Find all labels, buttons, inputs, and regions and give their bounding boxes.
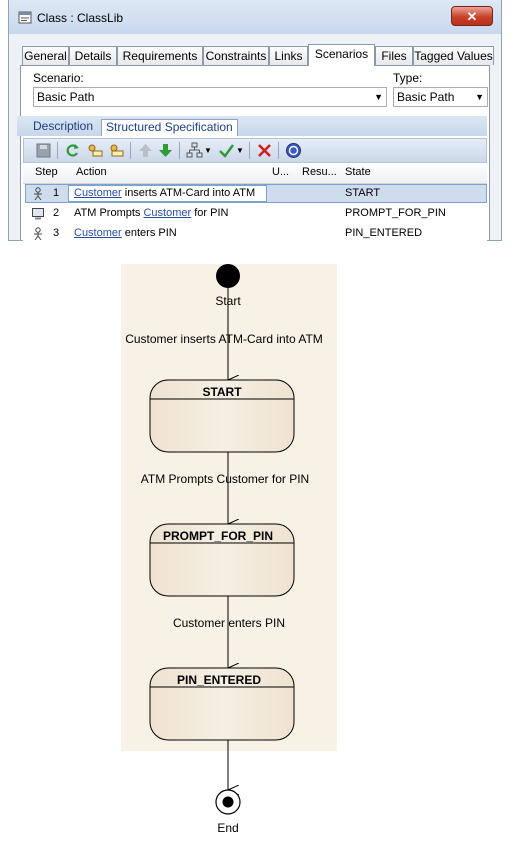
customer-link[interactable]: Customer	[143, 207, 191, 219]
chevron-down-icon: ▼	[374, 92, 383, 102]
scenario-label: Scenario:	[33, 71, 84, 85]
tab-constraints[interactable]: Constraints	[203, 46, 269, 65]
column-results[interactable]: Resu...	[302, 166, 337, 178]
tab-links[interactable]: Links	[269, 46, 308, 65]
chevron-down-icon: ▼	[475, 92, 484, 102]
action-text[interactable]: Customer inserts ATM-Card into ATM	[74, 187, 255, 199]
toolbar-separator	[249, 142, 250, 159]
tab-general[interactable]: General	[22, 46, 69, 65]
state-machine-diagram: Start Customer inserts ATM-Card into ATM…	[121, 264, 337, 835]
delete-icon[interactable]	[256, 142, 273, 159]
generate-diagram-icon[interactable]	[186, 142, 203, 159]
state-pin-entered[interactable]: PIN_ENTERED	[149, 667, 295, 741]
toolbar-separator	[278, 142, 279, 159]
column-action[interactable]: Action	[76, 166, 107, 178]
scenario-subtabs: Description Structured Specification	[17, 116, 487, 136]
state-cell: PROMPT_FOR_PIN	[345, 207, 446, 219]
scenario-value: Basic Path	[37, 90, 95, 104]
action-text[interactable]: Customer enters PIN	[74, 227, 177, 239]
chevron-down-icon[interactable]: ▼	[204, 142, 212, 159]
tab-structured-specification[interactable]: Structured Specification	[101, 119, 238, 136]
actor-icon	[34, 187, 42, 201]
toolbar-separator	[57, 142, 58, 159]
class-window-icon	[18, 11, 32, 24]
transition-label: Customer inserts ATM-Card into ATM	[125, 332, 323, 346]
structured-spec-toolbar: ▼ ▼	[23, 138, 487, 163]
tab-scenarios[interactable]: Scenarios	[308, 44, 375, 66]
state-cell: PIN_ENTERED	[345, 227, 423, 239]
tab-description[interactable]: Description	[29, 119, 97, 135]
computer-icon	[32, 208, 44, 220]
actor-icon	[34, 227, 42, 241]
state-prompt-for-pin[interactable]: PROMPT_FOR_PIN	[149, 523, 295, 597]
step-number: 3	[53, 227, 60, 239]
scenario-select[interactable]: Basic Path ▼	[33, 87, 387, 107]
step-number: 2	[53, 207, 60, 219]
step-number: 1	[53, 187, 60, 199]
state-name: START	[202, 385, 242, 399]
toolbar-separator	[179, 142, 180, 159]
state-cell: START	[345, 187, 381, 199]
state-name: PROMPT_FOR_PIN	[163, 529, 273, 543]
insert-step-icon[interactable]	[86, 142, 103, 159]
tab-files[interactable]: Files	[375, 46, 413, 65]
type-label: Type:	[393, 71, 423, 85]
insert-substep-icon[interactable]	[108, 142, 125, 159]
steps-grid: Step Action U... Resu... State 1 Custome…	[23, 163, 487, 241]
state-start[interactable]: START	[149, 379, 295, 453]
action-text[interactable]: ATM Prompts Customer for PIN	[74, 207, 228, 219]
move-down-icon[interactable]	[157, 142, 174, 159]
state-name: PIN_ENTERED	[177, 673, 261, 687]
transition-label: ATM Prompts Customer for PIN	[141, 472, 309, 486]
column-uses[interactable]: U...	[272, 166, 289, 178]
title-bar: Class : ClassLib ✕	[9, 0, 501, 34]
customer-link[interactable]: Customer	[74, 227, 122, 239]
final-node[interactable]	[215, 789, 241, 815]
customer-link[interactable]: Customer	[74, 187, 122, 199]
table-row[interactable]: 3 Customer enters PIN PIN_ENTERED	[23, 224, 487, 244]
tab-tagged-values[interactable]: Tagged Values	[413, 46, 494, 65]
transition-label: Customer enters PIN	[173, 616, 285, 630]
toolbar-separator	[130, 142, 131, 159]
table-row[interactable]: 2 ATM Prompts Customer for PIN PROMPT_FO…	[23, 204, 487, 224]
chevron-down-icon[interactable]: ▼	[236, 142, 244, 159]
save-icon[interactable]	[35, 142, 52, 159]
column-state[interactable]: State	[345, 166, 371, 178]
column-step[interactable]: Step	[35, 166, 58, 178]
close-icon: ✕	[466, 9, 478, 24]
help-icon[interactable]	[285, 142, 302, 159]
table-row[interactable]: 1 Customer inserts ATM-Card into ATM STA…	[23, 184, 487, 204]
validate-icon[interactable]	[218, 142, 235, 159]
move-up-icon[interactable]	[137, 142, 154, 159]
tab-details[interactable]: Details	[69, 46, 117, 65]
tab-requirements[interactable]: Requirements	[117, 46, 203, 65]
type-value: Basic Path	[397, 90, 455, 104]
close-button[interactable]: ✕	[451, 6, 493, 26]
type-select[interactable]: Basic Path ▼	[393, 87, 488, 107]
refresh-icon[interactable]	[64, 142, 81, 159]
initial-node[interactable]	[216, 264, 240, 288]
grid-header: Step Action U... Resu... State	[23, 163, 487, 184]
window-title: Class : ClassLib	[37, 11, 124, 25]
end-label: End	[217, 821, 238, 835]
